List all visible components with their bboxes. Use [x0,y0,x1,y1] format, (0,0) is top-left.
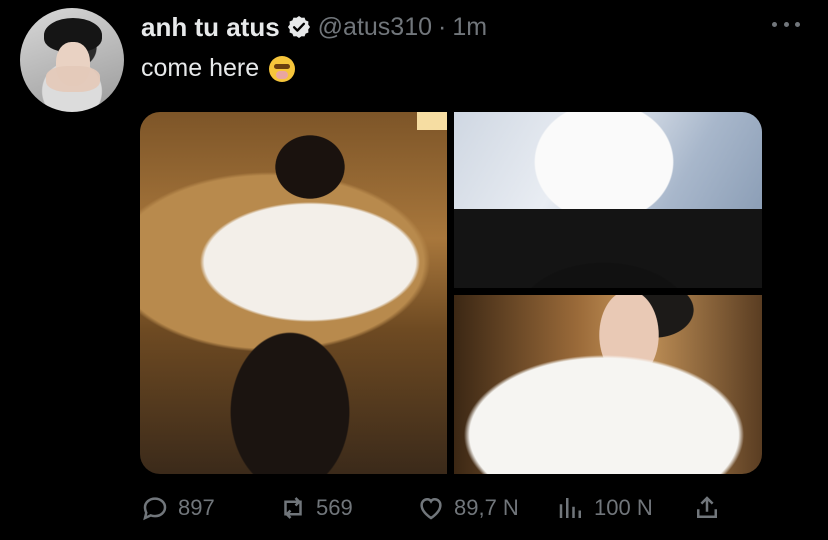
verified-badge-icon [287,15,310,39]
author-handle[interactable]: @atus310 [318,13,432,42]
author-name[interactable]: anh tu atus [141,12,280,43]
tweet-text: come here [141,54,296,83]
views-count: 100 N [594,495,653,520]
tweet-timestamp[interactable]: 1m [452,13,487,42]
face-with-open-eyes-and-hand-over-mouth-icon [269,55,296,82]
more-options-icon[interactable] [772,14,800,34]
share-icon [697,496,717,518]
reply-icon [143,497,167,521]
like-count: 89,7 N [454,495,519,520]
retweet-button[interactable]: 569 [278,490,353,526]
tweet-media-grid [140,112,762,474]
tweet-text-content: come here [141,54,260,82]
tweet-actions-bar: 897 569 89,7 N 100 N [140,490,740,526]
views-button[interactable]: 100 N [556,490,653,526]
media-photo-2[interactable] [454,112,762,288]
retweet-icon [284,497,302,519]
like-button[interactable]: 89,7 N [416,490,519,526]
views-chart-icon [559,498,581,518]
tweet-header: anh tu atus @atus310 · 1m [141,10,487,44]
author-avatar[interactable] [20,8,124,112]
header-separator: · [438,12,447,41]
media-photo-1[interactable] [140,112,447,474]
heart-icon [420,497,442,520]
reply-button[interactable]: 897 [140,490,215,526]
share-button[interactable] [692,490,722,526]
reply-count: 897 [178,495,215,520]
retweet-count: 569 [316,495,353,520]
media-photo-3[interactable] [454,295,762,474]
